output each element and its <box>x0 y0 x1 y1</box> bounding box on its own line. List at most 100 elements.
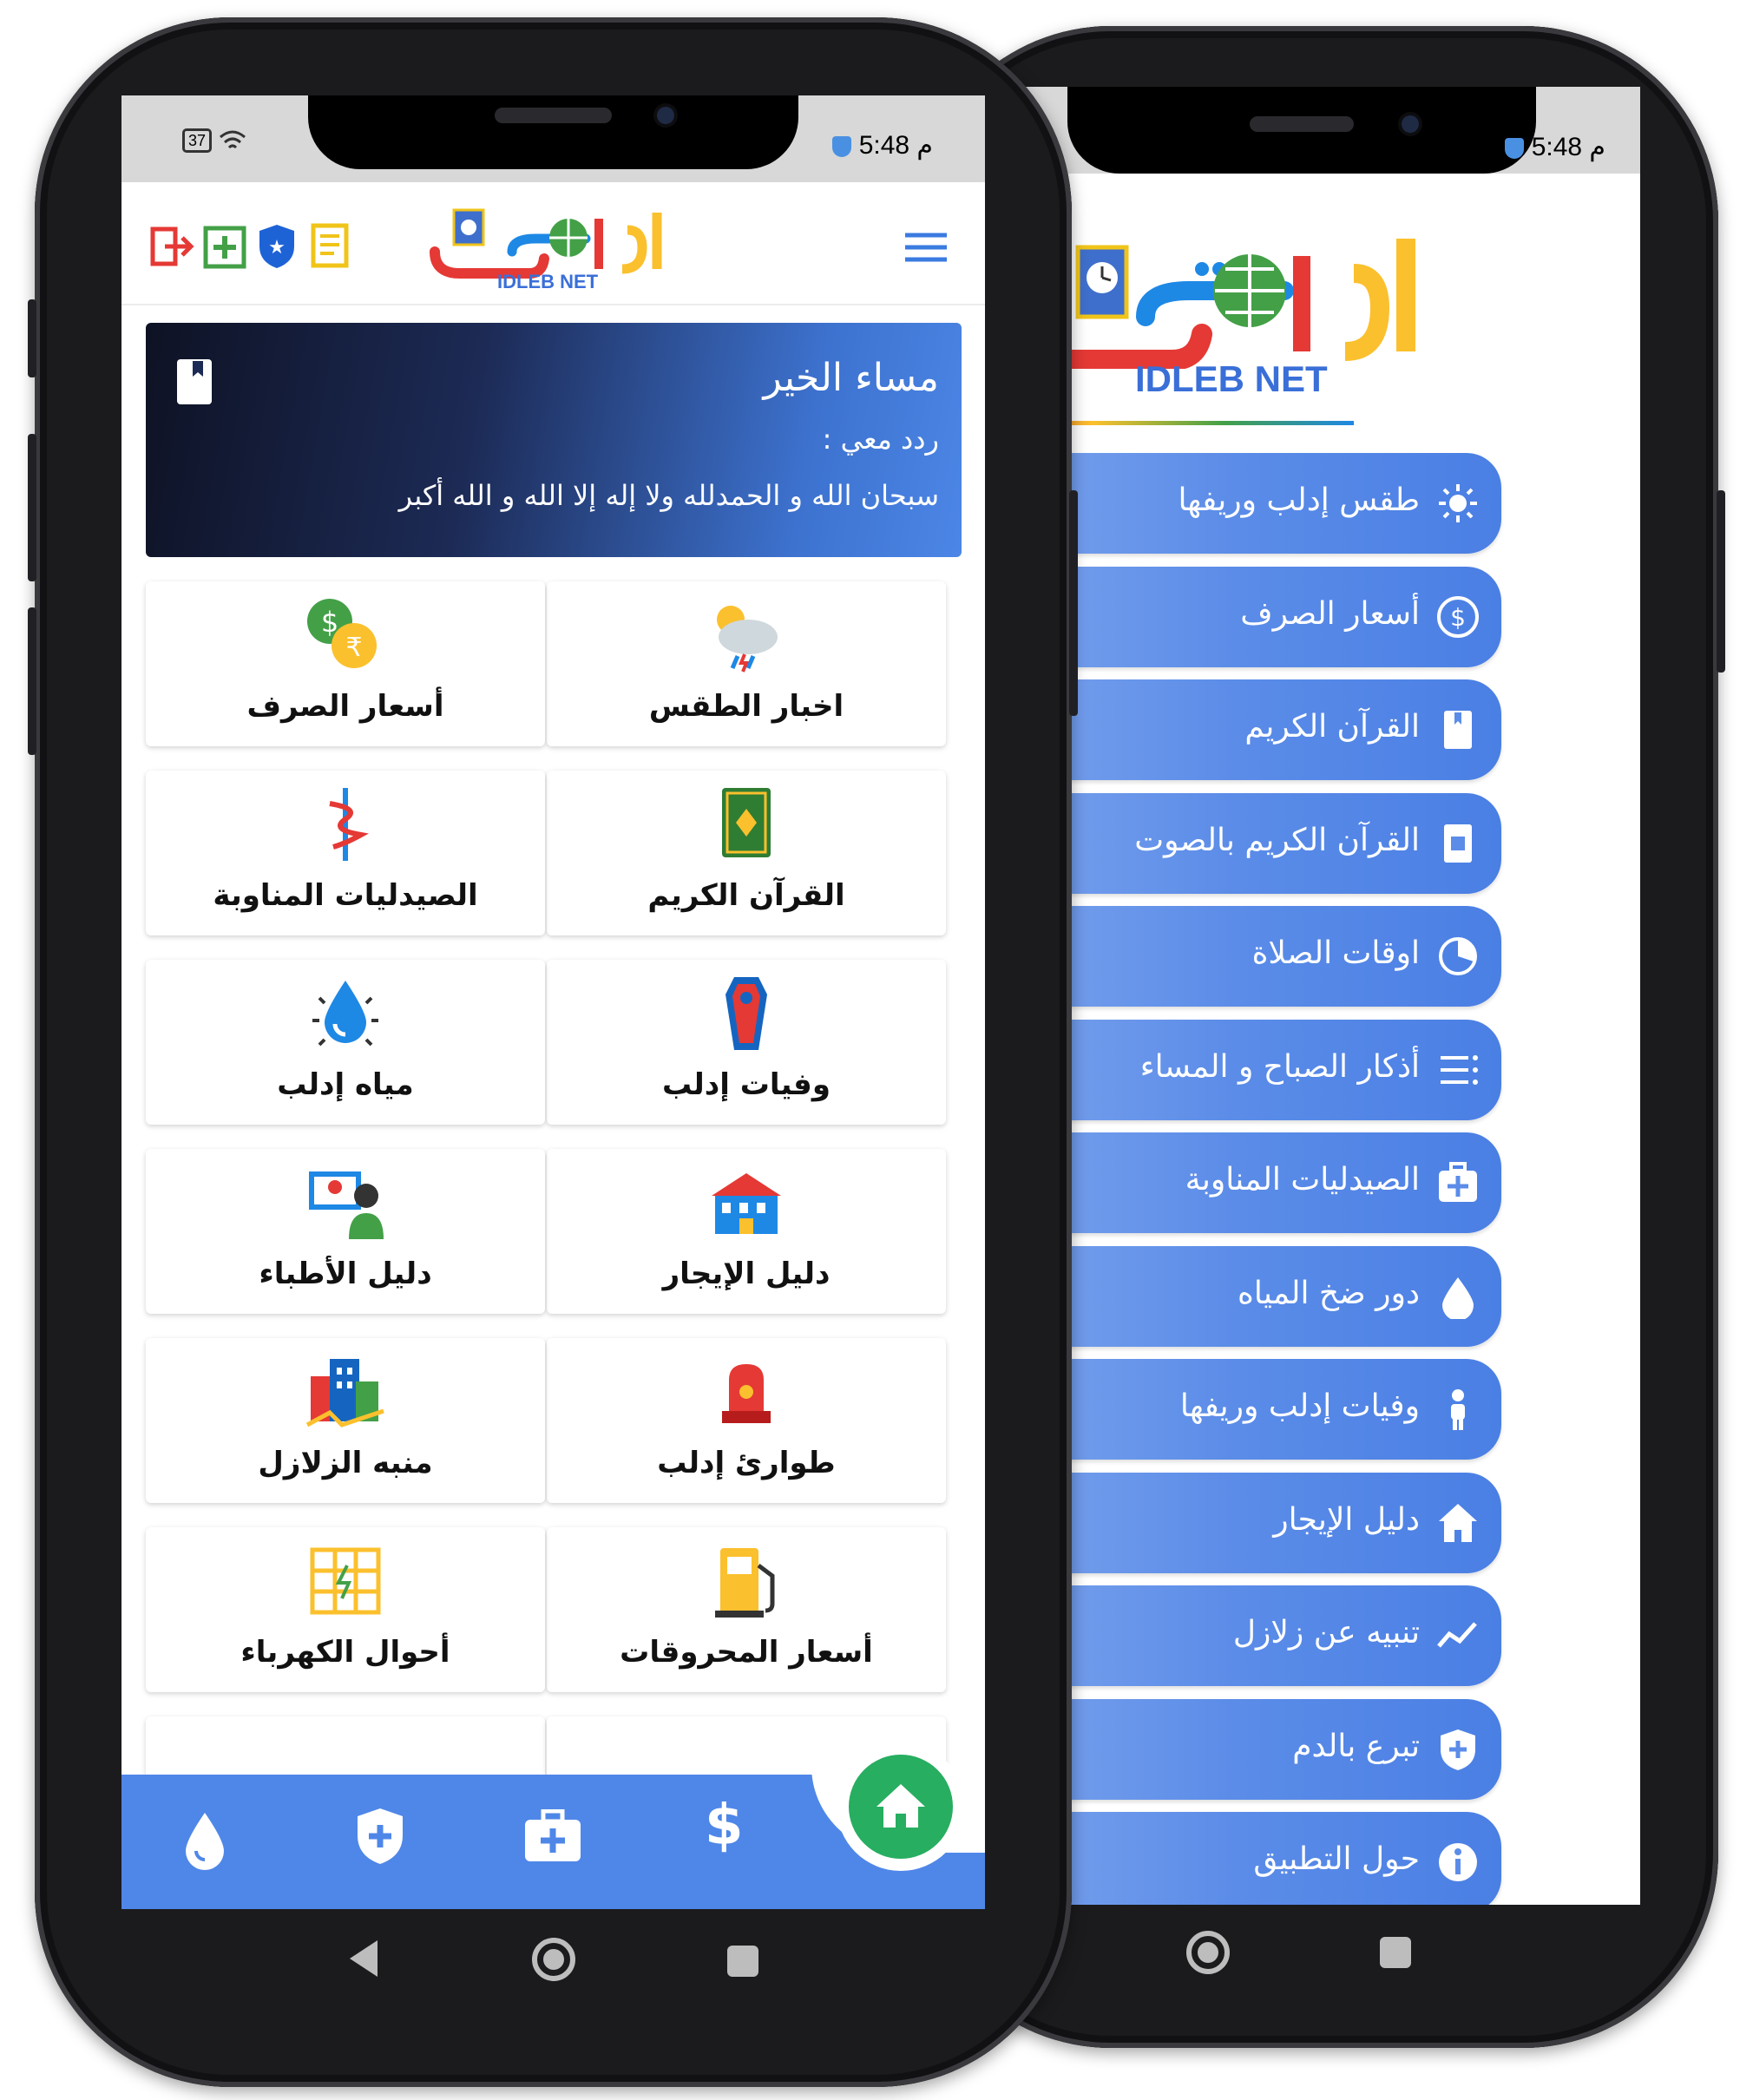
currency-icon: $₹ <box>307 599 377 668</box>
drop-icon <box>1442 1276 1474 1319</box>
menu-icon[interactable] <box>903 230 949 265</box>
greeting-title: مساء الخير <box>763 356 940 400</box>
bookmark-icon[interactable] <box>175 358 213 406</box>
fuel-icon <box>715 1548 775 1618</box>
recents-nav-button[interactable] <box>727 1946 758 1977</box>
menu-item-label: القرآن الكريم بالصوت <box>1134 822 1420 858</box>
coffin-icon <box>725 977 767 1050</box>
svg-text:₹: ₹ <box>345 633 362 663</box>
status-time: 5:48 <box>858 131 910 160</box>
camera <box>1402 115 1419 133</box>
service-label: الصيدليات المناوبة <box>213 878 478 913</box>
service-card[interactable]: الصيدليات المناوبة <box>146 771 545 935</box>
water-icon <box>312 981 378 1047</box>
logo-english: IDLEB NET <box>1135 358 1328 399</box>
chart-line-icon <box>1437 1622 1477 1648</box>
menu-item-label: أسعار الصرف <box>1240 595 1420 632</box>
pharmacy-icon <box>329 788 369 861</box>
add-icon[interactable] <box>203 226 246 269</box>
menu-item-label: دور ضخ المياه <box>1238 1275 1420 1311</box>
quran-icon <box>722 788 771 857</box>
notch <box>308 95 798 169</box>
service-label: أسعار الصرف <box>246 689 444 724</box>
greeting-card: مساء الخير ردد معي : سبحان الله و الحمدل… <box>146 323 962 557</box>
service-card[interactable]: مياه إدلب <box>146 960 545 1125</box>
menu-item-label: طقس إدلب وريفها <box>1178 482 1420 518</box>
service-card[interactable]: طوارئ إدلب <box>547 1338 946 1503</box>
shield-icon[interactable]: ★ <box>256 222 298 271</box>
house-icon <box>1439 1503 1477 1542</box>
home-button[interactable] <box>849 1755 953 1859</box>
battery-icon: 37 <box>182 128 213 153</box>
screen-left: 37 م 5:48 ★ IDLEB NET مساء الخير ردد معي… <box>121 95 985 1909</box>
vpn-icon <box>1505 138 1525 160</box>
medical-kit-icon[interactable] <box>522 1809 583 1865</box>
menu-item-label: تبرع بالدم <box>1292 1728 1420 1764</box>
menu-item-label: دليل الإيجار <box>1273 1501 1420 1538</box>
home-nav-button[interactable] <box>528 1933 580 1985</box>
side-button <box>1717 490 1725 673</box>
logout-icon[interactable] <box>149 224 194 269</box>
greeting-dhikr: سبحان الله و الحمدلله ولا إله إلا الله و… <box>398 479 939 512</box>
menu-item-label: اوقات الصلاة <box>1251 935 1420 971</box>
volume-extra <box>28 607 36 755</box>
volume-up <box>28 299 36 377</box>
water-icon[interactable] <box>181 1809 229 1870</box>
speaker <box>1250 116 1354 132</box>
time-suffix: م <box>1589 133 1605 161</box>
news-icon[interactable] <box>308 222 351 269</box>
doctor-icon <box>309 1171 384 1239</box>
service-label: القرآن الكريم <box>647 878 845 913</box>
list-icon <box>1441 1054 1478 1085</box>
greeting-subtitle: ردد معي : <box>822 423 939 456</box>
service-label: دليل الإيجار <box>662 1257 831 1291</box>
service-label: أحوال الكهرباء <box>240 1635 450 1670</box>
service-card[interactable]: $ ₹ أسعار الصرف <box>146 581 545 746</box>
recents-nav-button[interactable] <box>1380 1937 1411 1968</box>
service-card[interactable]: وفيات إدلب <box>547 960 946 1125</box>
service-card[interactable]: منبه الزلازل <box>146 1338 545 1503</box>
service-card[interactable]: أسعار المحروقات <box>547 1527 946 1692</box>
power-button <box>1069 490 1078 716</box>
shield-plus-icon <box>1441 1729 1475 1770</box>
wifi-icon <box>220 130 246 149</box>
service-card[interactable]: أحوال الكهرباء <box>146 1527 545 1692</box>
siren-icon <box>722 1364 771 1423</box>
menu-item-label: القرآن الكريم <box>1244 709 1420 745</box>
service-card[interactable]: دليل الإيجار <box>547 1149 946 1314</box>
app-header: ★ IDLEB NET <box>121 182 985 305</box>
back-nav-button[interactable] <box>343 1937 386 1980</box>
status-time: 5:48 <box>1531 133 1583 161</box>
notch <box>1067 87 1536 174</box>
service-label: أسعار المحروقات <box>620 1635 873 1670</box>
electricity-icon <box>310 1547 381 1615</box>
service-label: طوارئ إدلب <box>657 1446 836 1480</box>
menu-item-label: تنبيه عن زلازل <box>1232 1615 1420 1650</box>
medkit-icon <box>1439 1162 1477 1202</box>
service-card[interactable]: دليل الأطباء <box>146 1149 545 1314</box>
dollar-icon[interactable]: $ <box>705 1794 744 1858</box>
service-label: مياه إدلب <box>277 1067 414 1102</box>
service-label: وفيات إدلب <box>662 1067 831 1102</box>
home-nav-button[interactable] <box>1182 1926 1234 1979</box>
speaker <box>495 108 612 123</box>
shield-plus-icon[interactable] <box>354 1806 406 1867</box>
status-left-icons: 37 <box>182 128 248 153</box>
weather-icon <box>717 606 778 673</box>
earthquake-icon <box>305 1359 384 1427</box>
svg-text:$: $ <box>1450 603 1466 632</box>
camera <box>657 107 674 124</box>
dollar-circle-icon: $ <box>1437 595 1479 638</box>
menu-item-label: الصيدليات المناوبة <box>1185 1162 1420 1198</box>
volume-down <box>28 434 36 581</box>
time-suffix: م <box>916 131 933 160</box>
svg-text:★: ★ <box>268 237 286 259</box>
logo-english: IDLEB NET <box>497 271 599 292</box>
status-right: م 5:48 <box>1505 132 1605 162</box>
book-icon <box>1444 711 1472 749</box>
person-icon <box>1451 1389 1465 1430</box>
vpn-icon <box>832 136 852 158</box>
home-icon <box>876 1784 925 1828</box>
service-card[interactable]: القرآن الكريم <box>547 771 946 935</box>
service-card[interactable]: اخبار الطقس <box>547 581 946 746</box>
